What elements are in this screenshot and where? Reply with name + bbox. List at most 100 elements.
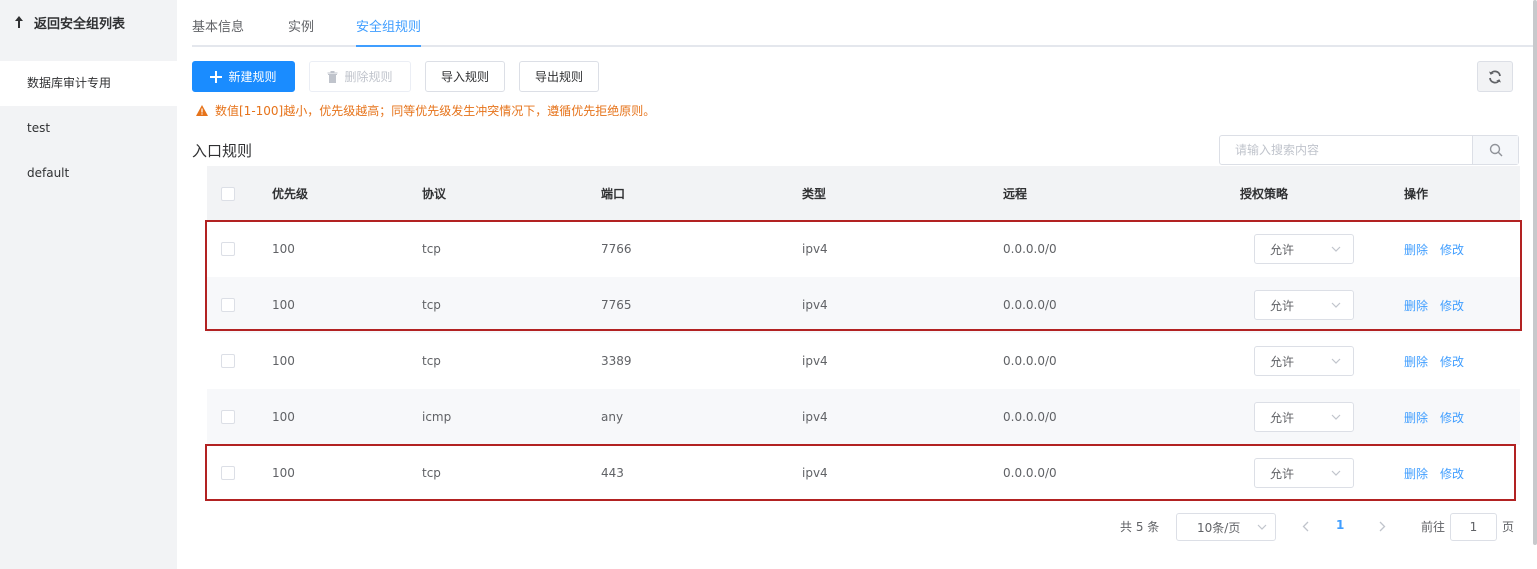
search-button[interactable] <box>1472 136 1518 164</box>
policy-select[interactable]: 允许 <box>1254 234 1354 264</box>
policy-select[interactable]: 允许 <box>1254 346 1354 376</box>
delete-rule-link[interactable]: 删除 <box>1404 409 1428 426</box>
cell-remote: 0.0.0.0/0 <box>1003 354 1057 368</box>
chevron-down-icon <box>1331 302 1341 308</box>
group-item-db-audit[interactable]: 数据库审计专用 <box>0 61 177 106</box>
header-type: 类型 <box>802 187 827 201</box>
policy-select[interactable]: 允许 <box>1254 290 1354 320</box>
sidebar: 返回安全组列表 数据库审计专用 test default <box>0 0 177 569</box>
header-protocol: 协议 <box>422 187 447 201</box>
cell-port: 443 <box>601 466 624 480</box>
export-rule-button[interactable]: 导出规则 <box>519 61 599 92</box>
refresh-button[interactable] <box>1477 61 1513 92</box>
new-rule-button[interactable]: 新建规则 <box>192 61 295 92</box>
policy-select-value: 允许 <box>1270 410 1295 425</box>
goto-page-input[interactable] <box>1450 513 1497 541</box>
policy-select-value: 允许 <box>1270 466 1295 481</box>
cell-protocol: icmp <box>422 410 452 424</box>
tab-basic-info[interactable]: 基本信息 <box>192 16 244 47</box>
cell-type: ipv4 <box>802 298 828 312</box>
section-title-inbound-rules: 入口规则 <box>192 142 253 160</box>
goto-label: 前往 <box>1421 520 1446 534</box>
header-policy: 授权策略 <box>1240 187 1289 201</box>
cell-type: ipv4 <box>802 242 828 256</box>
group-item-default[interactable]: default <box>0 151 177 196</box>
cell-port: 7765 <box>601 298 632 312</box>
table-row: 100 tcp 3389 ipv4 0.0.0.0/0 允许 删除 修改 <box>207 333 1520 389</box>
row-checkbox[interactable] <box>221 242 235 256</box>
table-header: 优先级 协议 端口 类型 远程 授权策略 操作 <box>207 166 1520 221</box>
edit-rule-link[interactable]: 修改 <box>1440 241 1464 258</box>
security-group-list: 数据库审计专用 test default <box>0 61 177 196</box>
cell-port: any <box>601 410 624 424</box>
cell-remote: 0.0.0.0/0 <box>1003 466 1057 480</box>
delete-rule-link[interactable]: 删除 <box>1404 297 1428 314</box>
pagination-total: 共 5 条 <box>1120 520 1160 534</box>
edit-rule-link[interactable]: 修改 <box>1440 353 1464 370</box>
delete-rule-button[interactable]: 删除规则 <box>309 61 411 92</box>
search-icon <box>1489 143 1503 157</box>
vertical-scrollbar[interactable] <box>1533 0 1537 545</box>
cell-protocol: tcp <box>422 242 441 256</box>
group-item-test[interactable]: test <box>0 106 177 151</box>
table-row: 100 icmp any ipv4 0.0.0.0/0 允许 删除 修改 <box>207 389 1520 445</box>
prev-page-button[interactable] <box>1295 516 1315 536</box>
policy-select-value: 允许 <box>1270 242 1295 257</box>
next-page-button[interactable] <box>1372 516 1392 536</box>
cell-protocol: tcp <box>422 298 441 312</box>
edit-rule-link[interactable]: 修改 <box>1440 297 1464 314</box>
search-input[interactable] <box>1220 136 1472 164</box>
chevron-down-icon <box>1331 358 1341 364</box>
cell-remote: 0.0.0.0/0 <box>1003 410 1057 424</box>
refresh-icon <box>1487 69 1503 85</box>
edit-rule-link[interactable]: 修改 <box>1440 465 1464 482</box>
cell-remote: 0.0.0.0/0 <box>1003 298 1057 312</box>
table-row: 100 tcp 7765 ipv4 0.0.0.0/0 允许 删除 修改 <box>207 277 1520 333</box>
back-to-list-link[interactable]: 返回安全组列表 <box>12 12 125 32</box>
select-all-checkbox[interactable] <box>221 186 235 201</box>
cell-remote: 0.0.0.0/0 <box>1003 242 1057 256</box>
return-arrow-icon <box>12 14 26 30</box>
page-suffix-label: 页 <box>1502 520 1515 534</box>
plus-icon <box>210 70 223 83</box>
policy-select[interactable]: 允许 <box>1254 402 1354 432</box>
page-size-select[interactable]: 10条/页 <box>1176 513 1276 541</box>
table-row: 100 tcp 443 ipv4 0.0.0.0/0 允许 删除 修改 <box>207 445 1520 501</box>
row-checkbox[interactable] <box>221 410 235 424</box>
new-rule-label: 新建规则 <box>228 70 277 84</box>
policy-select-value: 允许 <box>1270 298 1295 313</box>
search-box <box>1219 135 1519 165</box>
back-link-label: 返回安全组列表 <box>34 16 126 32</box>
priority-warning: 数值[1-100]越小，优先级越高；同等优先级发生冲突情况下，遵循优先拒绝原则。 <box>196 101 655 119</box>
policy-select-value: 允许 <box>1270 354 1295 369</box>
policy-select[interactable]: 允许 <box>1254 458 1354 488</box>
warning-text: 数值[1-100]越小，优先级越高；同等优先级发生冲突情况下，遵循优先拒绝原则。 <box>215 103 656 118</box>
import-rule-button[interactable]: 导入规则 <box>425 61 505 92</box>
delete-rule-link[interactable]: 删除 <box>1404 353 1428 370</box>
cell-priority: 100 <box>272 410 295 424</box>
tab-instances[interactable]: 实例 <box>288 16 314 47</box>
cell-protocol: tcp <box>422 466 441 480</box>
row-checkbox[interactable] <box>221 354 235 368</box>
edit-rule-link[interactable]: 修改 <box>1440 409 1464 426</box>
cell-priority: 100 <box>272 298 295 312</box>
cell-port: 7766 <box>601 242 632 256</box>
page-number-current[interactable]: 1 <box>1336 518 1344 532</box>
header-priority: 优先级 <box>272 187 309 201</box>
page-size-value: 10条/页 <box>1197 520 1241 535</box>
warning-icon <box>196 104 208 116</box>
cell-priority: 100 <box>272 354 295 368</box>
cell-type: ipv4 <box>802 410 828 424</box>
chevron-left-icon <box>1302 521 1309 532</box>
cell-type: ipv4 <box>802 466 828 480</box>
header-remote: 远程 <box>1003 187 1028 201</box>
chevron-right-icon <box>1379 521 1386 532</box>
row-checkbox[interactable] <box>221 298 235 312</box>
delete-rule-link[interactable]: 删除 <box>1404 241 1428 258</box>
inbound-rules-table: 优先级 协议 端口 类型 远程 授权策略 操作 100 tcp 7766 ipv… <box>207 166 1520 501</box>
cell-protocol: tcp <box>422 354 441 368</box>
chevron-down-icon <box>1331 414 1341 420</box>
tab-security-rules[interactable]: 安全组规则 <box>356 16 422 47</box>
delete-rule-link[interactable]: 删除 <box>1404 465 1428 482</box>
row-checkbox[interactable] <box>221 466 235 480</box>
